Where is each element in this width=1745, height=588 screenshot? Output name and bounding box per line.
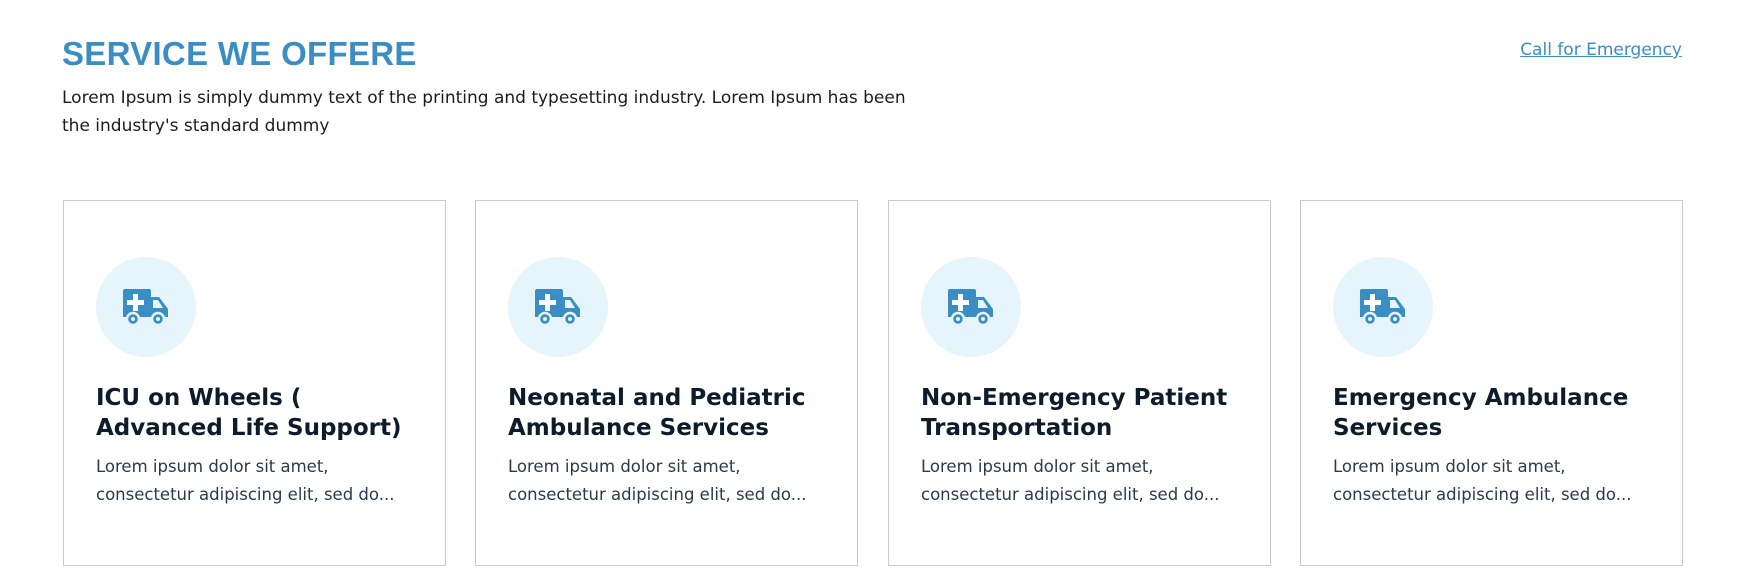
service-description: Lorem ipsum dolor sit amet, consectetur …: [96, 457, 395, 504]
service-card[interactable]: Emergency Ambulance Services Lorem ipsum…: [1300, 200, 1683, 566]
section-title: SERVICE WE OFFERE: [62, 35, 417, 72]
service-cards: ICU on Wheels ( Advanced Life Support) L…: [63, 200, 1683, 566]
ambulance-icon-container: [508, 257, 608, 357]
service-card[interactable]: Non-Emergency Patient Transportation Lor…: [888, 200, 1271, 566]
service-title: Non-Emergency Patient Transportation: [921, 385, 1228, 441]
ambulance-icon: [948, 289, 993, 327]
ambulance-icon-container: [1333, 257, 1433, 357]
service-title: Emergency Ambulance Services: [1333, 385, 1629, 441]
service-description: Lorem ipsum dolor sit amet, consectetur …: [508, 457, 807, 504]
service-card[interactable]: ICU on Wheels ( Advanced Life Support) L…: [63, 200, 446, 566]
service-title: ICU on Wheels ( Advanced Life Support): [96, 385, 402, 441]
call-for-emergency-link[interactable]: Call for Emergency: [1520, 40, 1682, 60]
ambulance-icon: [1360, 289, 1405, 327]
ambulance-icon: [123, 289, 168, 327]
service-description: Lorem ipsum dolor sit amet, consectetur …: [921, 457, 1220, 504]
ambulance-icon-container: [96, 257, 196, 357]
ambulance-icon-container: [921, 257, 1021, 357]
service-description: Lorem ipsum dolor sit amet, consectetur …: [1333, 457, 1632, 504]
ambulance-icon: [535, 289, 580, 327]
services-header: SERVICE WE OFFERE Lorem Ipsum is simply …: [62, 34, 1682, 140]
service-card[interactable]: Neonatal and Pediatric Ambulance Service…: [475, 200, 858, 566]
section-subtitle: Lorem Ipsum is simply dummy text of the …: [62, 88, 906, 136]
service-title: Neonatal and Pediatric Ambulance Service…: [508, 385, 806, 441]
